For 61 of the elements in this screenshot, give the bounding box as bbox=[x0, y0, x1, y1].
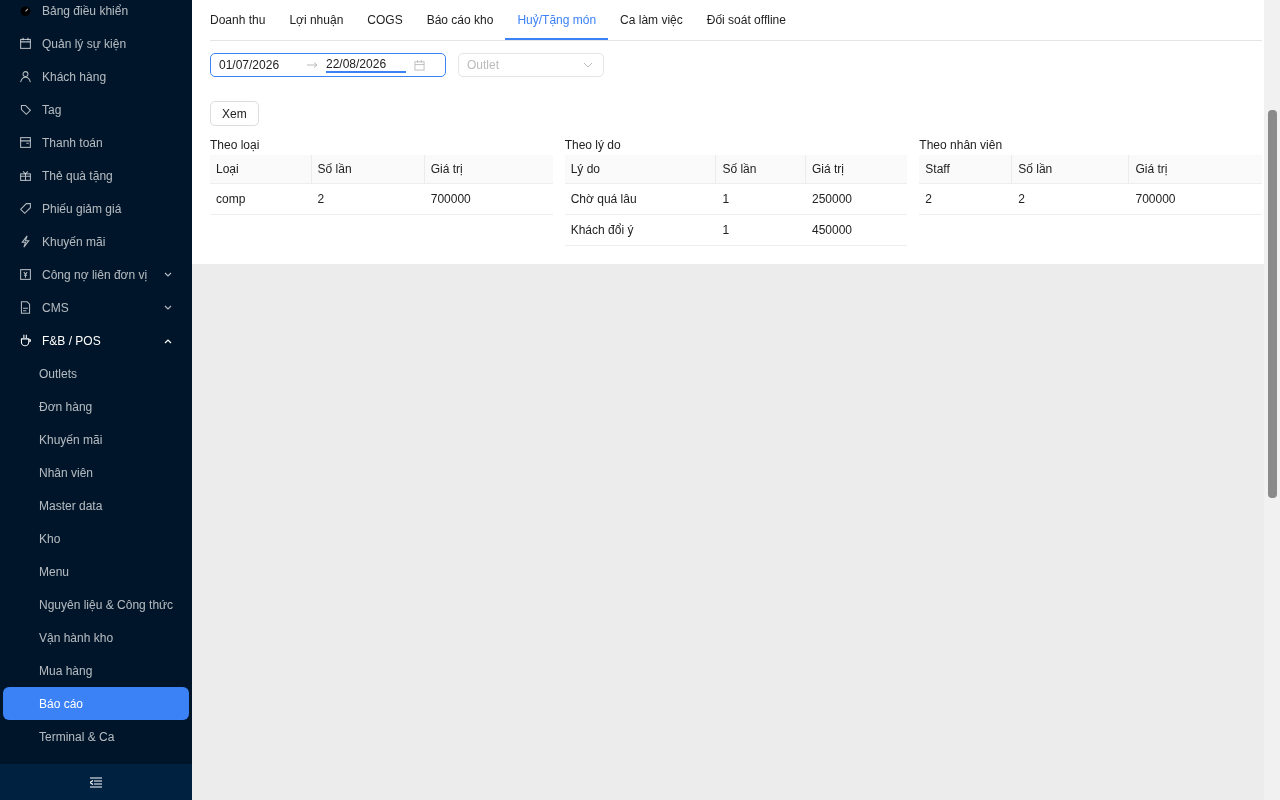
column-header: Lý do bbox=[564, 155, 717, 184]
column-header: Giá trị bbox=[806, 155, 908, 184]
report-tab[interactable]: Huỷ/Tặng món bbox=[505, 0, 609, 40]
table-cell: 2 bbox=[1012, 183, 1130, 215]
table-cell: Khách đổi ý bbox=[564, 214, 717, 246]
report-tab[interactable]: Đối soát offline bbox=[694, 0, 798, 40]
sidebar-item[interactable]: Khuyến mãi bbox=[3, 225, 189, 258]
date-range-picker[interactable]: 01/07/2026 22/08/2026 bbox=[210, 53, 446, 77]
table-cell: 700000 bbox=[424, 183, 553, 215]
report-tab[interactable]: Lợi nhuận bbox=[277, 0, 356, 40]
sidebar-item[interactable]: Phiếu giảm giá bbox=[3, 192, 189, 225]
table-title: Theo lý do bbox=[564, 138, 622, 152]
arrow-icon bbox=[307, 62, 318, 68]
sidebar-item[interactable]: Tag bbox=[3, 93, 189, 126]
column-header: Số lần bbox=[311, 155, 425, 184]
sidebar-item[interactable]: Kho bbox=[3, 522, 189, 555]
menu-fold-icon[interactable] bbox=[90, 776, 102, 788]
column-header: Staff bbox=[919, 155, 1013, 184]
column-header: Số lần bbox=[716, 155, 806, 184]
table-title: Theo loại bbox=[210, 138, 261, 152]
sidebar-item[interactable]: Nhân viên bbox=[3, 456, 189, 489]
column-header: Giá trị bbox=[424, 155, 553, 184]
report-tab[interactable]: Ca làm việc bbox=[608, 0, 695, 40]
table-cell: comp bbox=[210, 183, 312, 215]
sidebar-item[interactable]: Menu bbox=[3, 555, 189, 588]
column-header: Loại bbox=[210, 155, 312, 184]
table-cell: 1 bbox=[716, 214, 806, 246]
table-title: Theo nhân viên bbox=[919, 138, 1004, 152]
report-tab[interactable]: COGS bbox=[355, 0, 415, 40]
scrollbar[interactable] bbox=[1264, 0, 1280, 800]
sidebar-item[interactable]: Thanh toán bbox=[3, 126, 189, 159]
table-cell: 700000 bbox=[1129, 183, 1262, 215]
sidebar-item[interactable]: Bảng điều khiển bbox=[3, 0, 189, 27]
sidebar-item[interactable]: Master data bbox=[3, 489, 189, 522]
table-cell: 2 bbox=[919, 183, 1013, 215]
view-button[interactable]: Xem bbox=[210, 101, 259, 126]
column-header: Số lần bbox=[1012, 155, 1130, 184]
chevron-icon bbox=[583, 60, 593, 70]
sidebar-item[interactable]: Khách hàng bbox=[3, 60, 189, 93]
sidebar-item[interactable]: Đơn hàng bbox=[3, 390, 189, 423]
sidebar-item[interactable]: Công nợ liên đơn vị bbox=[3, 258, 189, 291]
sidebar-item[interactable]: Terminal & Ca bbox=[3, 720, 189, 753]
table-cell: Chờ quá lâu bbox=[564, 183, 717, 215]
table-cell: 450000 bbox=[806, 214, 908, 246]
sidebar-item[interactable]: Mua hàng bbox=[3, 654, 189, 687]
report-tab[interactable]: Báo cáo kho bbox=[414, 0, 506, 40]
sidebar-item[interactable]: Quản lý sự kiện bbox=[3, 27, 189, 60]
table-cell: 1 bbox=[716, 183, 806, 215]
sidebar-item[interactable]: CMS bbox=[3, 291, 189, 324]
sidebar-item[interactable]: Thẻ quà tặng bbox=[3, 159, 189, 192]
sidebar-item[interactable]: Vận hành kho bbox=[3, 621, 189, 654]
table-cell: 2 bbox=[311, 183, 425, 215]
sidebar-item[interactable]: Nguyên liệu & Công thức bbox=[3, 588, 189, 621]
report-tab[interactable]: Doanh thu bbox=[210, 0, 278, 40]
sidebar-item[interactable]: F&B / POS bbox=[3, 324, 189, 357]
table-cell: 250000 bbox=[806, 183, 908, 215]
sidebar-item[interactable]: Báo cáo bbox=[3, 687, 189, 720]
sidebar-item[interactable]: Outlets bbox=[3, 357, 189, 390]
calendar-icon bbox=[414, 59, 425, 71]
column-header: Giá trị bbox=[1129, 155, 1262, 184]
sidebar-item[interactable]: Khuyến mãi bbox=[3, 423, 189, 456]
